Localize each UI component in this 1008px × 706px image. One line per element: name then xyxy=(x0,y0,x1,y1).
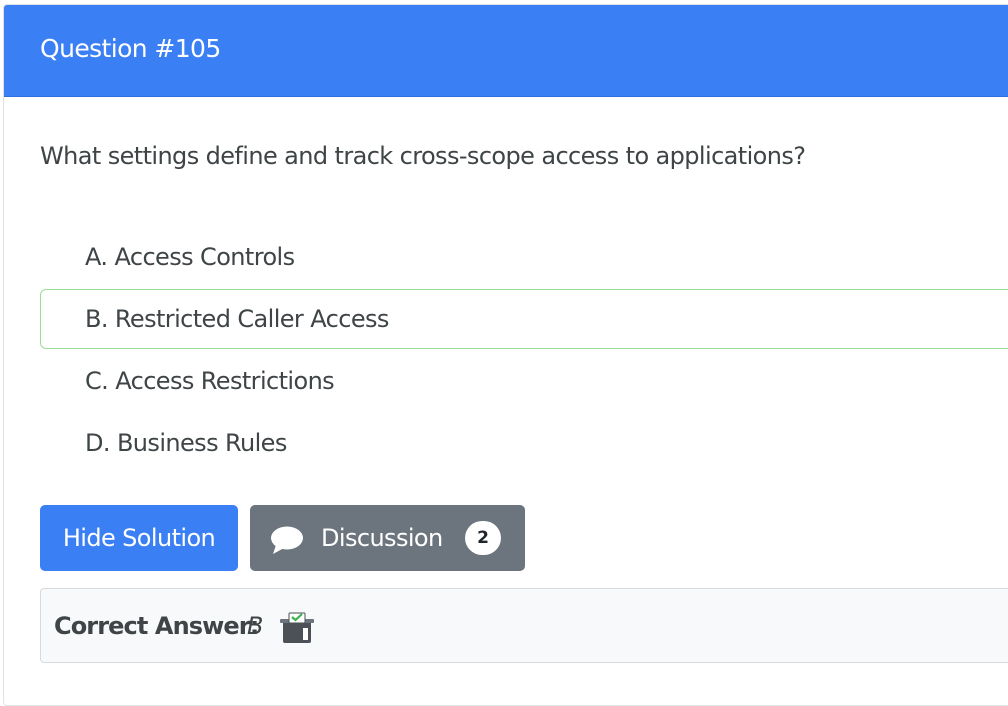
question-number: Question #105 xyxy=(40,34,221,63)
choice-c-text: C. Access Restrictions xyxy=(85,367,335,395)
choice-d-text: D. Business Rules xyxy=(85,429,287,457)
choice-b-text: B. Restricted Caller Access xyxy=(85,305,389,333)
ballot-box-check-icon[interactable] xyxy=(280,611,314,645)
discussion-button[interactable]: Discussion 2 xyxy=(250,505,525,571)
correct-answer-value: B xyxy=(247,612,264,640)
chat-bubble-icon xyxy=(271,526,303,554)
choice-b[interactable]: B. Restricted Caller Access xyxy=(40,289,1008,349)
choice-a[interactable]: A. Access Controls xyxy=(40,227,1008,287)
correct-answer-box: Correct Answer: B xyxy=(40,588,1008,663)
question-card: Question #105 What settings define and t… xyxy=(3,4,1008,706)
discussion-label: Discussion xyxy=(321,524,443,552)
choice-c[interactable]: C. Access Restrictions xyxy=(40,351,1008,411)
question-header: Question #105 xyxy=(4,5,1008,97)
choice-a-text: A. Access Controls xyxy=(85,243,295,271)
hide-solution-button[interactable]: Hide Solution xyxy=(40,505,238,571)
choices-list: A. Access Controls B. Restricted Caller … xyxy=(40,227,1008,475)
discussion-count-badge: 2 xyxy=(465,521,501,555)
correct-answer-label: Correct Answer: xyxy=(54,612,259,640)
question-text: What settings define and track cross-sco… xyxy=(40,142,806,170)
choice-d[interactable]: D. Business Rules xyxy=(40,413,1008,473)
